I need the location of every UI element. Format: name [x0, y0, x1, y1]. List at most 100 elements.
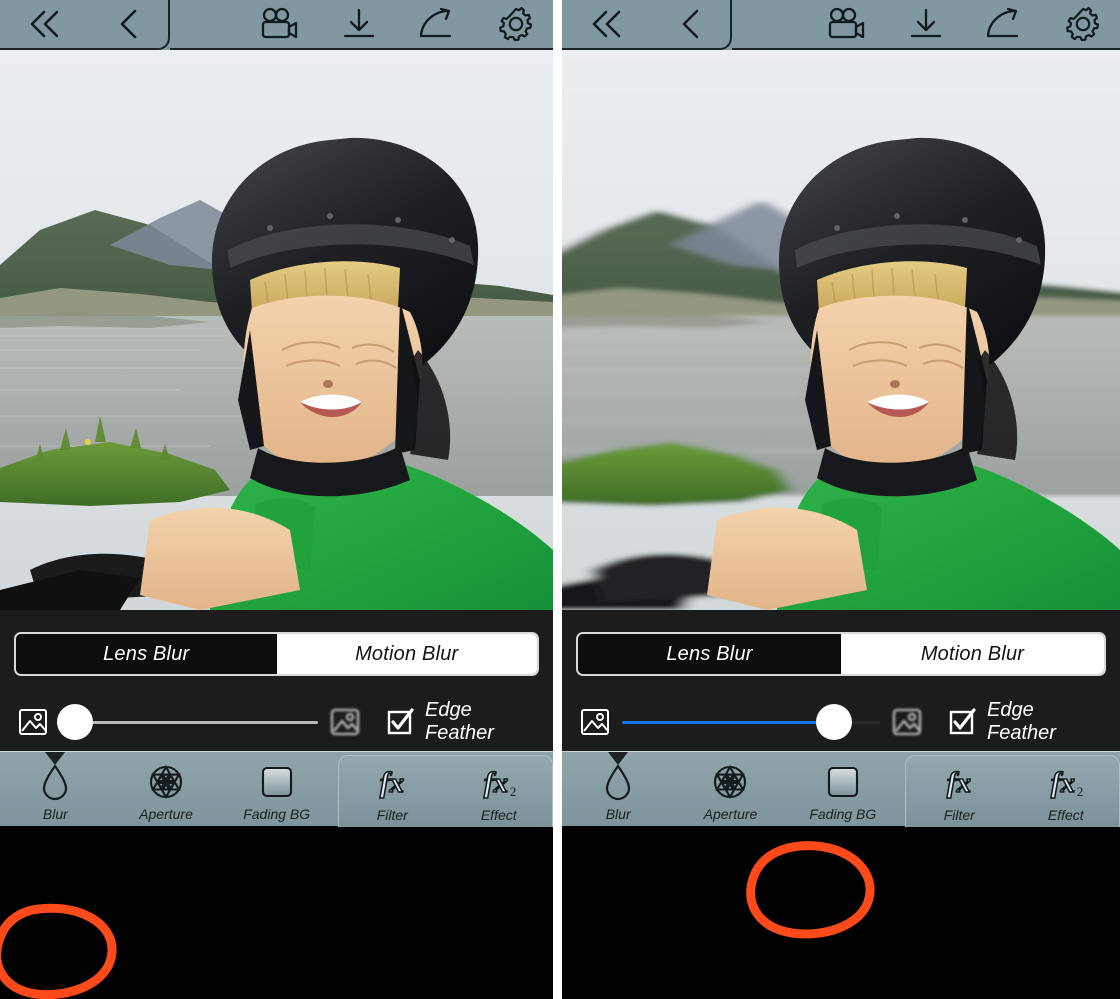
footer-strip — [562, 826, 1120, 840]
tab-aperture-label: Aperture — [703, 806, 758, 822]
rounded-square-icon — [826, 762, 860, 802]
slider-fill — [622, 720, 834, 724]
tab-blur[interactable]: Blur — [0, 752, 111, 827]
panel-divider — [553, 0, 562, 999]
comparison-screenshot: Lens Blur Motion Blur Edge Feather Blur … — [0, 0, 1120, 999]
tab-filter[interactable]: fx Filter — [906, 756, 1013, 828]
edge-feather-toggle[interactable]: Edge Feather — [948, 699, 1102, 745]
bottom-tab-bar: Blur Aperture Fading BG fx Filter fx 2 E… — [0, 751, 553, 827]
tab-filter-label: Filter — [943, 807, 975, 823]
blur-amount-row: Edge Feather — [574, 699, 1108, 745]
tab-aperture[interactable]: Aperture — [111, 755, 222, 827]
svg-text:fx: fx — [947, 767, 971, 799]
double-chevron-left-icon[interactable] — [588, 7, 628, 41]
top-toolbar — [562, 0, 1120, 50]
fx-icon: fx — [936, 763, 982, 803]
slider-knob[interactable] — [815, 704, 852, 740]
action-button-group — [732, 0, 1120, 50]
tab-fading-bg-label: Fading BG — [809, 806, 877, 822]
video-camera-icon[interactable] — [259, 7, 301, 41]
blurred-image-icon — [330, 707, 360, 737]
svg-text:fx: fx — [484, 767, 508, 799]
tab-effect-label: Effect — [480, 807, 517, 823]
blur-amount-row: Edge Feather — [12, 699, 541, 745]
fx-tab-group: fx Filter fx 2 Effect — [338, 755, 553, 827]
slider-knob[interactable] — [57, 704, 94, 740]
phone-screen-after: Lens Blur Motion Blur Edge Feather Blur … — [562, 0, 1120, 999]
photo-stage-after[interactable] — [562, 50, 1120, 610]
chevron-left-icon[interactable] — [678, 7, 704, 41]
svg-text:fx: fx — [380, 767, 404, 799]
blur-mode-segmented-control[interactable]: Lens Blur Motion Blur — [576, 632, 1106, 676]
aperture-icon — [148, 762, 184, 802]
slider-track — [60, 720, 318, 724]
checkbox-checked-icon[interactable] — [386, 708, 414, 736]
annotation-circle-slider-knob — [742, 836, 878, 940]
svg-text:fx: fx — [1051, 767, 1075, 799]
chevron-left-icon[interactable] — [116, 7, 142, 41]
blurred-image-icon — [892, 707, 922, 737]
top-toolbar — [0, 0, 553, 50]
svg-text:2: 2 — [510, 784, 517, 799]
tab-effect[interactable]: fx 2 Effect — [446, 756, 553, 828]
fx2-icon: fx 2 — [1040, 763, 1092, 803]
sharp-image-icon — [580, 707, 610, 737]
tab-motion-blur[interactable]: Motion Blur — [276, 634, 537, 674]
tab-fading-bg[interactable]: Fading BG — [221, 755, 332, 827]
fx-tab-group: fx Filter fx 2 Effect — [905, 755, 1120, 827]
double-chevron-left-icon[interactable] — [26, 7, 66, 41]
footer-strip — [0, 826, 553, 840]
share-arrow-icon[interactable] — [984, 7, 1024, 41]
video-camera-icon[interactable] — [826, 7, 868, 41]
main-tab-group: Blur Aperture Fading BG — [562, 752, 899, 827]
tab-fading-bg-label: Fading BG — [243, 806, 311, 822]
blur-controls-panel: Lens Blur Motion Blur Edge Feather — [562, 610, 1120, 751]
download-icon[interactable] — [341, 7, 377, 41]
blur-amount-slider[interactable] — [622, 702, 880, 742]
droplet-icon — [40, 762, 70, 802]
svg-text:2: 2 — [1077, 784, 1084, 799]
tab-effect[interactable]: fx 2 Effect — [1013, 756, 1120, 828]
sharp-image-icon — [18, 707, 48, 737]
edge-feather-label: Edge Feather — [987, 699, 1056, 744]
tab-motion-blur[interactable]: Motion Blur — [841, 634, 1104, 674]
edge-feather-toggle[interactable]: Edge Feather — [386, 699, 535, 745]
edge-feather-label: Edge Feather — [425, 699, 494, 744]
nav-button-group — [562, 0, 732, 50]
tab-aperture[interactable]: Aperture — [674, 755, 786, 827]
share-arrow-icon[interactable] — [417, 7, 457, 41]
tab-fading-bg[interactable]: Fading BG — [787, 755, 899, 827]
tab-aperture-label: Aperture — [139, 806, 193, 822]
bottom-tab-bar: Blur Aperture Fading BG fx Filter fx 2 E… — [562, 751, 1120, 827]
tab-lens-blur[interactable]: Lens Blur — [578, 634, 841, 674]
action-button-group — [170, 0, 553, 50]
fx2-icon: fx 2 — [473, 763, 525, 803]
phone-screen-before: Lens Blur Motion Blur Edge Feather Blur … — [0, 0, 553, 999]
fx-icon: fx — [369, 763, 415, 803]
gear-icon[interactable] — [497, 6, 535, 42]
tab-blur-label: Blur — [605, 806, 631, 822]
download-icon[interactable] — [908, 7, 944, 41]
annotation-circle-blur-tab — [0, 900, 122, 999]
main-tab-group: Blur Aperture Fading BG — [0, 752, 332, 827]
rounded-square-icon — [260, 762, 294, 802]
blur-amount-slider[interactable] — [57, 702, 318, 742]
checkbox-checked-icon[interactable] — [948, 708, 976, 736]
nav-button-group — [0, 0, 170, 50]
tab-filter-label: Filter — [376, 807, 408, 823]
tab-lens-blur[interactable]: Lens Blur — [16, 634, 277, 674]
tab-blur-label: Blur — [42, 806, 68, 822]
tab-filter[interactable]: fx Filter — [339, 756, 446, 828]
selected-tab-pointer — [608, 752, 629, 765]
photo-stage-before[interactable] — [0, 50, 553, 610]
tab-effect-label: Effect — [1047, 807, 1084, 823]
blur-controls-panel: Lens Blur Motion Blur Edge Feather — [0, 610, 553, 751]
tab-blur[interactable]: Blur — [562, 752, 674, 827]
photo-before — [0, 50, 553, 610]
selected-tab-pointer — [45, 752, 66, 765]
blur-mode-segmented-control[interactable]: Lens Blur Motion Blur — [14, 632, 539, 676]
aperture-icon — [712, 762, 748, 802]
droplet-icon — [603, 762, 633, 802]
photo-after — [562, 50, 1120, 610]
gear-icon[interactable] — [1064, 6, 1102, 42]
